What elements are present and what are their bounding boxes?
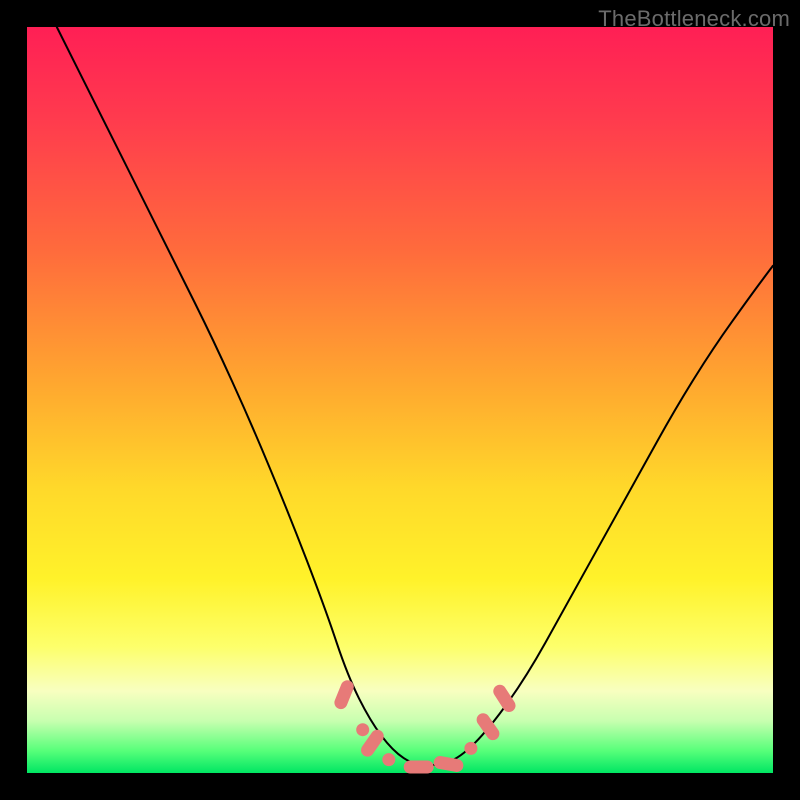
chart-frame: TheBottleneck.com bbox=[0, 0, 800, 800]
bottleneck-curve-line bbox=[57, 27, 773, 766]
curve-marker-dot bbox=[382, 753, 395, 766]
curve-marker-pill bbox=[491, 682, 518, 714]
bottleneck-chart bbox=[27, 27, 773, 773]
curve-marker-pill bbox=[332, 678, 355, 711]
curve-markers bbox=[332, 678, 518, 773]
curve-marker-pill bbox=[433, 755, 465, 773]
curve-marker-dot bbox=[464, 742, 477, 755]
watermark-text: TheBottleneck.com bbox=[598, 6, 790, 32]
chart-plot-area bbox=[27, 27, 773, 773]
curve-layer bbox=[57, 27, 773, 766]
curve-marker-dot bbox=[356, 723, 369, 736]
curve-marker-pill bbox=[404, 761, 434, 774]
